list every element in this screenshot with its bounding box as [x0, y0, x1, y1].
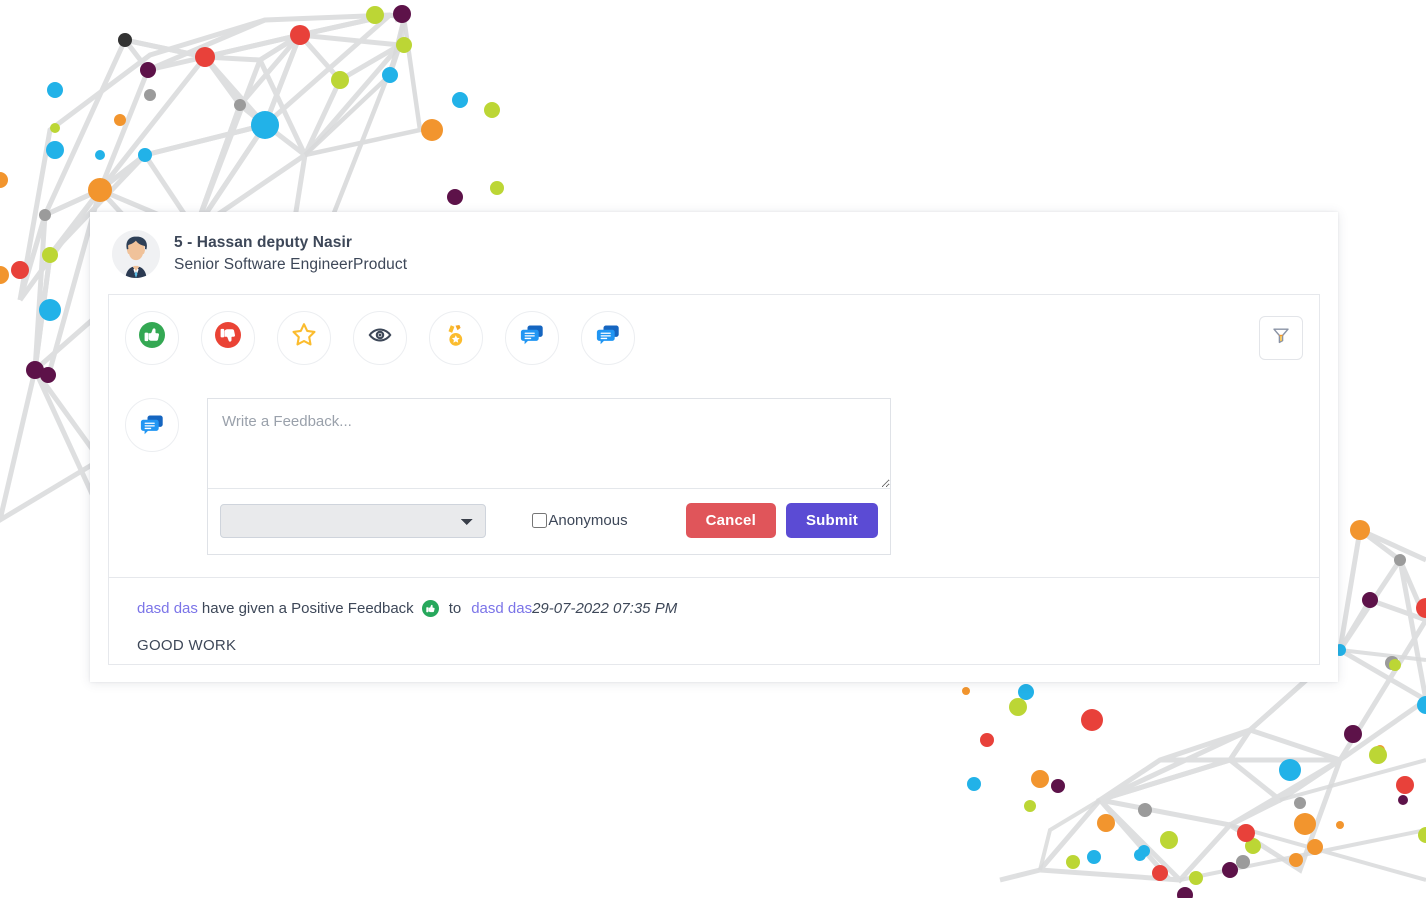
anonymous-toggle[interactable]: Anonymous — [532, 512, 628, 529]
comment-icon — [517, 320, 547, 355]
reaction-button-star[interactable] — [277, 310, 331, 365]
eye-icon — [365, 320, 395, 355]
cancel-button[interactable]: Cancel — [685, 503, 776, 538]
star-icon — [289, 320, 319, 355]
feed-item: dasd das have given a Positive Feedback … — [137, 600, 1319, 654]
reaction-button-observe[interactable] — [353, 310, 407, 365]
medal-icon — [441, 320, 471, 355]
feedback-type-select[interactable] — [220, 503, 487, 538]
feed-body-text: GOOD WORK — [137, 637, 237, 654]
feed-timestamp: 29-07-2022 07:35 PM — [532, 600, 678, 617]
filter-button[interactable] — [1259, 315, 1303, 360]
page-title: 5 - Hassan deputy Nasir — [174, 234, 353, 252]
thumbs-down-icon — [213, 320, 243, 355]
user-role: Senior Software EngineerProduct — [174, 256, 408, 273]
feedback-card: 5 - Hassan deputy Nasir Senior Software … — [90, 212, 1338, 682]
compose-avatar-icon — [125, 398, 179, 452]
reaction-list — [125, 310, 1259, 365]
compose-controls: Anonymous Cancel Submit — [208, 489, 890, 554]
reaction-button-feedback[interactable] — [581, 310, 635, 365]
feed-list: dasd das have given a Positive Feedback … — [108, 578, 1320, 665]
feed-actor-link[interactable]: dasd das — [137, 600, 198, 617]
reaction-button-award[interactable] — [429, 310, 483, 365]
anonymous-checkbox[interactable] — [532, 513, 548, 528]
profile-header: 5 - Hassan deputy Nasir Senior Software … — [90, 212, 1338, 294]
thumbs-up-badge-icon — [421, 600, 439, 617]
reaction-toolbar — [108, 294, 1320, 380]
feed-action-text: have given a Positive Feedback — [201, 600, 414, 617]
anonymous-label: Anonymous — [548, 512, 628, 529]
compose-box: Anonymous Cancel Submit — [207, 398, 891, 555]
filter-icon — [1271, 325, 1291, 350]
feed-item-header: dasd das have given a Positive Feedback … — [137, 600, 1319, 617]
reaction-button-negative[interactable] — [201, 310, 255, 365]
reaction-button-positive[interactable] — [125, 310, 179, 365]
submit-button[interactable]: Submit — [785, 503, 878, 538]
thumbs-up-icon — [137, 320, 167, 355]
feed-to-label: to — [448, 600, 462, 617]
compose-area: Anonymous Cancel Submit — [108, 380, 1320, 577]
user-avatar-icon — [112, 230, 160, 278]
feed-target-link[interactable]: dasd das — [471, 600, 532, 617]
comments-icon — [593, 320, 623, 355]
reaction-button-comment[interactable] — [505, 310, 559, 365]
feedback-input[interactable] — [208, 399, 890, 489]
